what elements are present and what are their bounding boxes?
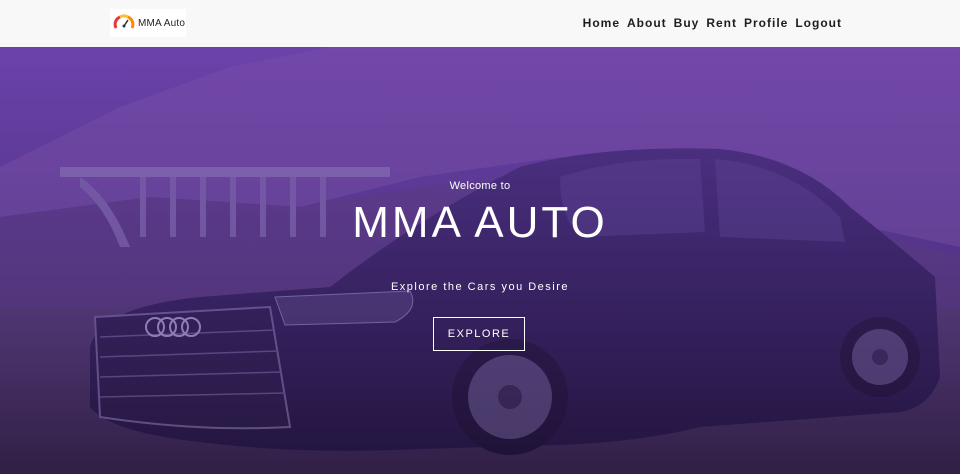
hero-section: Welcome to MMA AUTO Explore the Cars you… xyxy=(0,47,960,474)
explore-button[interactable]: EXPLORE xyxy=(433,317,525,351)
nav-about[interactable]: About xyxy=(627,16,667,30)
speedometer-logo-icon xyxy=(113,14,135,29)
hero-welcome-text: Welcome to xyxy=(449,180,511,192)
nav-profile[interactable]: Profile xyxy=(744,16,788,30)
nav-menu: Home About Buy Rent Profile Logout xyxy=(576,16,842,30)
brand-name: MMA Auto xyxy=(138,17,186,29)
nav-logout[interactable]: Logout xyxy=(795,16,842,30)
hero-title: MMA AUTO xyxy=(352,198,608,247)
brand-logo[interactable]: MMA Auto xyxy=(110,9,186,37)
hero-tagline: Explore the Cars you Desire xyxy=(390,281,570,293)
nav-rent[interactable]: Rent xyxy=(706,16,737,30)
nav-buy[interactable]: Buy xyxy=(674,16,700,30)
hero-content: Welcome to MMA AUTO Explore the Cars you… xyxy=(0,47,960,474)
top-navbar: MMA Auto Home About Buy Rent Profile Log… xyxy=(0,0,960,47)
nav-home[interactable]: Home xyxy=(583,16,620,30)
